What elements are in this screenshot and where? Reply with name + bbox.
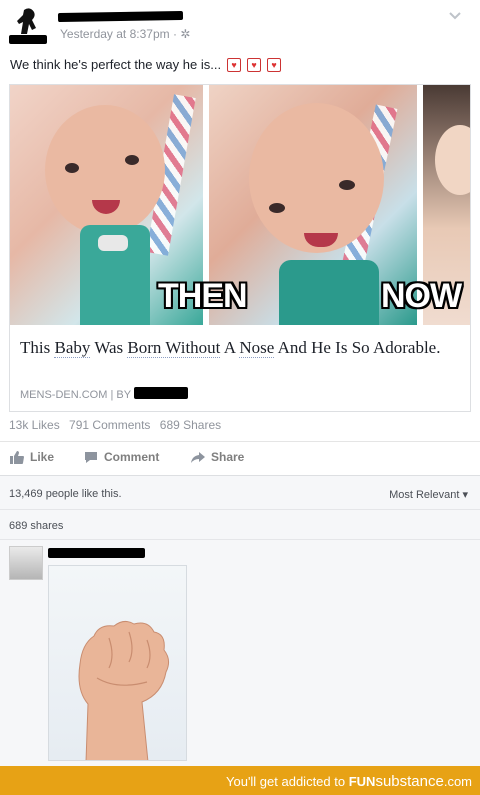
link-preview-image[interactable]: THEN NOW — [10, 85, 470, 325]
link-preview-card[interactable]: THEN NOW This Baby Was Born Without A No… — [9, 84, 471, 412]
hashtag-link[interactable]: Born Without — [127, 338, 221, 358]
link-source: MENS-DEN.COM | BY — [20, 389, 132, 401]
fist-image — [78, 620, 170, 760]
hashtag-link[interactable]: Nose — [239, 338, 275, 358]
divider — [0, 539, 480, 540]
sort-dropdown[interactable]: Most Relevant ▾ — [389, 488, 468, 501]
comments-section: 13,469 people like this. Most Relevant ▾… — [0, 475, 480, 766]
watermark-text: You'll get addicted to FUNsubstance.com — [226, 773, 472, 790]
gear-icon: ✲ — [180, 27, 191, 41]
comment-image[interactable] — [48, 565, 187, 761]
post-message-text: We think he's perfect the way he is... — [10, 57, 222, 72]
likes-count[interactable]: 13k Likes — [9, 418, 60, 432]
action-bar: Like Comment Share — [0, 450, 480, 468]
hashtag-link[interactable]: Baby — [54, 338, 91, 358]
redacted-author — [134, 387, 188, 399]
comment-icon — [85, 451, 97, 463]
heart-icon: ♥ — [247, 57, 262, 72]
overlay-then: THEN — [158, 277, 248, 315]
share-arrow-icon — [191, 451, 205, 463]
divider — [0, 441, 480, 442]
post-meta: Yesterday at 8:37pm · ✲ — [60, 27, 191, 41]
caret-down-icon: ▾ — [462, 489, 468, 501]
post-message: We think he's perfect the way he is... ♥… — [10, 57, 282, 72]
thumbs-up-icon — [10, 450, 24, 464]
comment-button[interactable]: Comment — [84, 450, 159, 464]
heart-icon: ♥ — [267, 57, 282, 72]
shares-summary[interactable]: 689 shares — [9, 520, 63, 532]
watermark-bar: You'll get addicted to FUNsubstance.com — [0, 766, 480, 795]
post-stats: 13k Likes 791 Comments 689 Shares — [9, 418, 227, 432]
link-title[interactable]: This Baby Was Born Without A Nose And He… — [20, 337, 460, 359]
heart-icon: ♥ — [227, 57, 242, 72]
commenter-avatar[interactable] — [9, 546, 43, 580]
share-button[interactable]: Share — [191, 450, 244, 464]
divider — [0, 509, 480, 510]
post-timestamp[interactable]: Yesterday at 8:37pm — [60, 27, 170, 41]
chevron-down-icon[interactable] — [448, 8, 462, 26]
comments-count[interactable]: 791 Comments — [69, 418, 150, 432]
likes-summary[interactable]: 13,469 people like this. — [9, 488, 122, 500]
like-button[interactable]: Like — [10, 450, 54, 464]
shares-count[interactable]: 689 Shares — [160, 418, 221, 432]
redacted-commenter — [48, 548, 145, 558]
redacted-name-2 — [9, 35, 47, 44]
overlay-now: NOW — [381, 277, 462, 315]
redacted-name — [57, 10, 184, 23]
